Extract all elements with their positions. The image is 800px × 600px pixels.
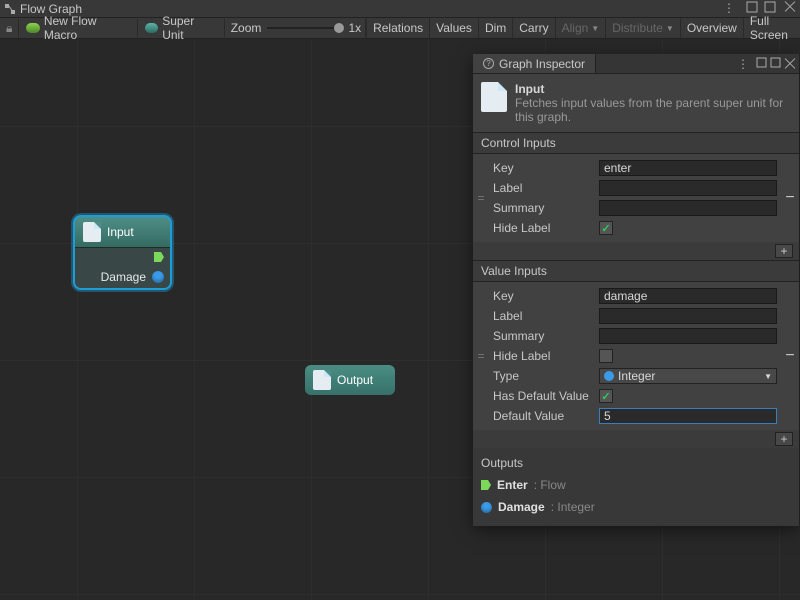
remove-value-input-button[interactable]: −: [781, 282, 799, 430]
toolbar: 🔒︎ New Flow Macro Super Unit Zoom 1x Rel…: [0, 18, 800, 39]
document-icon: [83, 222, 101, 242]
inspector-header: Input Fetches input values from the pare…: [473, 74, 799, 132]
caret-icon: ▼: [666, 24, 674, 33]
panel-menu-icon[interactable]: ⋮: [737, 57, 750, 71]
output-type: : Flow: [534, 478, 566, 492]
defaultvalue-label: Default Value: [489, 409, 599, 423]
inspector-description: Fetches input values from the parent sup…: [515, 96, 791, 124]
type-label: Type: [489, 369, 599, 383]
superunit-icon: [145, 23, 158, 33]
node-title-bar[interactable]: Input: [75, 217, 170, 247]
flow-arrow-icon: [154, 252, 164, 262]
control-key-input[interactable]: [599, 160, 777, 176]
macro-icon: [26, 23, 39, 33]
menu-distribute[interactable]: Distribute▼: [605, 18, 680, 38]
hidelabel-label: Hide Label: [489, 221, 599, 235]
zoom-label: Zoom: [231, 21, 262, 35]
super-unit-button[interactable]: Super Unit: [138, 18, 224, 38]
close-button[interactable]: [784, 1, 796, 13]
info-icon: [483, 58, 494, 69]
control-summary-input[interactable]: [599, 200, 777, 216]
drag-handle-icon[interactable]: =: [473, 154, 489, 242]
node-title-bar[interactable]: Output: [305, 365, 395, 395]
hidelabel-label: Hide Label: [489, 349, 599, 363]
outputs-header: Outputs: [481, 456, 791, 470]
new-flow-macro-label: New Flow Macro: [44, 14, 130, 42]
panel-max-button[interactable]: [770, 57, 781, 71]
graph-inspector-panel: Graph Inspector ⋮ Input Fetches input va…: [473, 54, 799, 526]
label-label: Label: [489, 309, 599, 323]
node-title-text: Output: [337, 373, 373, 387]
menu-values[interactable]: Values: [429, 18, 478, 38]
add-control-input-button[interactable]: +: [775, 244, 793, 258]
menu-align[interactable]: Align▼: [555, 18, 606, 38]
type-value: Integer: [618, 369, 655, 383]
port-label: Damage: [101, 270, 146, 284]
value-hidelabel-checkbox[interactable]: [599, 349, 613, 363]
hasdefault-checkbox[interactable]: [599, 389, 613, 403]
output-damage: Damage : Integer: [481, 496, 791, 518]
key-label: Key: [489, 289, 599, 303]
inspector-tabbar: Graph Inspector ⋮: [473, 54, 799, 74]
summary-label: Summary: [489, 329, 599, 343]
menu-dim[interactable]: Dim: [478, 18, 512, 38]
inspector-tab[interactable]: Graph Inspector: [473, 54, 596, 73]
value-key-input[interactable]: [599, 288, 777, 304]
flow-arrow-icon: [481, 480, 491, 490]
caret-icon: ▼: [764, 372, 772, 381]
value-port-icon: [481, 502, 492, 513]
graph-canvas[interactable]: Input Damage Output Graph Inspector: [0, 39, 800, 600]
output-type: : Integer: [551, 500, 595, 514]
panel-dock-button[interactable]: [756, 57, 767, 71]
integer-type-icon: [604, 371, 614, 381]
document-icon: [313, 370, 331, 390]
defaultvalue-input[interactable]: [599, 408, 777, 424]
caret-icon: ▼: [591, 24, 599, 33]
output-name: Enter: [497, 478, 528, 492]
panel-close-button[interactable]: [784, 58, 796, 70]
remove-control-input-button[interactable]: −: [781, 154, 799, 242]
add-value-input-button[interactable]: +: [775, 432, 793, 446]
summary-label: Summary: [489, 201, 599, 215]
separator: [224, 19, 225, 37]
node-input[interactable]: Input Damage: [75, 217, 170, 288]
node-title-text: Input: [107, 225, 134, 239]
output-name: Damage: [498, 500, 545, 514]
menu-fullscreen[interactable]: Full Screen: [743, 18, 800, 38]
value-port-icon: [152, 271, 164, 283]
new-flow-macro-button[interactable]: New Flow Macro: [19, 18, 136, 38]
output-enter: Enter : Flow: [481, 474, 791, 496]
lock-icon[interactable]: 🔒︎: [0, 21, 18, 36]
hasdefault-label: Has Default Value: [489, 389, 599, 403]
drag-handle-icon[interactable]: =: [473, 282, 489, 430]
menu-relations[interactable]: Relations: [366, 18, 429, 38]
node-output[interactable]: Output: [305, 365, 395, 395]
section-value-inputs: Value Inputs: [473, 260, 799, 282]
inspector-tab-label: Graph Inspector: [499, 57, 585, 71]
menu-carry[interactable]: Carry: [512, 18, 554, 38]
control-label-input[interactable]: [599, 180, 777, 196]
document-icon: [481, 82, 507, 112]
outputs-section: Outputs Enter : Flow Damage : Integer: [473, 448, 799, 526]
label-label: Label: [489, 181, 599, 195]
inspector-title: Input: [515, 82, 791, 96]
control-hidelabel-checkbox[interactable]: [599, 221, 613, 235]
value-label-input[interactable]: [599, 308, 777, 324]
graph-icon: [4, 3, 16, 15]
menu-overview[interactable]: Overview: [680, 18, 743, 38]
key-label: Key: [489, 161, 599, 175]
value-summary-input[interactable]: [599, 328, 777, 344]
port-row-damage: Damage: [75, 266, 170, 288]
type-dropdown[interactable]: Integer ▼: [599, 368, 777, 384]
section-control-inputs: Control Inputs: [473, 132, 799, 154]
slider-handle[interactable]: [334, 23, 344, 33]
zoom-value: 1x: [348, 21, 361, 35]
window-menu-icon[interactable]: ⋮: [723, 1, 736, 16]
super-unit-label: Super Unit: [162, 14, 217, 42]
zoom-slider[interactable]: [267, 27, 344, 29]
port-row-flow: [75, 248, 170, 266]
